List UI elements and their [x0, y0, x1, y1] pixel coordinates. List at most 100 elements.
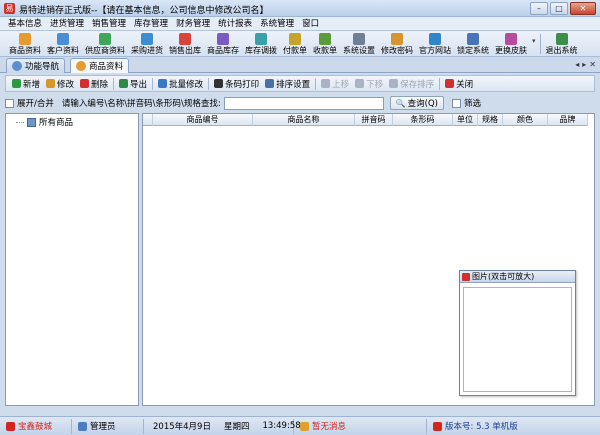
toolbar-button-skin[interactable]: 更换皮肤 [492, 31, 530, 57]
window-controls: – □ ✕ [530, 2, 596, 15]
export-button[interactable]: 导出 [116, 78, 150, 90]
category-tree: 所有商品 [5, 113, 139, 406]
column-header[interactable]: 条形码 [393, 114, 453, 126]
move-down-icon [355, 79, 365, 88]
version-icon [433, 421, 442, 431]
tab-function-nav[interactable]: 功能导航 [6, 58, 66, 73]
tab-label: 商品资料 [89, 62, 124, 72]
filter-checkbox[interactable] [452, 98, 461, 108]
close-icon [445, 79, 455, 88]
action-label: 条码打印 [225, 79, 260, 90]
toolbar-separator [539, 34, 541, 54]
status-datetime: 2015年4月9日 星期四 13:49:58 [144, 418, 301, 434]
grid-header: 商品编号 商品名称 拼音码 条形码 单位 规格 颜色 品牌 [143, 114, 588, 126]
toolbar-label: 商品库存 [207, 46, 239, 55]
status-date: 2015年4月9日 [153, 422, 211, 432]
menu-item[interactable]: 系统管理 [256, 17, 298, 30]
menu-item[interactable]: 销售管理 [88, 17, 130, 30]
tree-item-all-products[interactable]: 所有商品 [16, 116, 73, 128]
menu-item[interactable]: 统计报表 [214, 17, 256, 30]
toolbar-button-customer[interactable]: 客户资料 [44, 31, 82, 57]
edit-button[interactable]: 修改 [43, 78, 77, 90]
query-button[interactable]: 🔍 查询(Q) [389, 96, 444, 110]
batch-edit-button[interactable]: 批量修改 [155, 78, 206, 90]
toolbar-button-payment[interactable]: 付款单 [280, 31, 310, 57]
toolbar-button-receipt[interactable]: 收款单 [310, 31, 340, 57]
delete-button[interactable]: 删除 [77, 78, 111, 90]
action-separator [152, 77, 154, 90]
tab-next-icon[interactable]: ▸ [582, 60, 586, 69]
status-message-text: 暂无消息 [312, 422, 347, 432]
exit-icon [555, 33, 568, 45]
export-icon [119, 79, 129, 88]
add-button[interactable]: 新增 [9, 78, 43, 90]
move-down-button: 下移 [352, 78, 386, 90]
delete-icon [80, 79, 90, 88]
menu-item[interactable]: 窗口 [298, 17, 323, 30]
picture-area[interactable] [463, 287, 572, 392]
tab-product-info[interactable]: 商品资料 [70, 58, 130, 73]
toolbar-label: 供应商资料 [85, 46, 125, 55]
column-header[interactable]: 品牌 [548, 114, 588, 126]
toolbar-dropdown-icon[interactable]: ▾ [532, 31, 536, 56]
action-bar: 新增 修改 删除 导出 批量修改 条码打印 排序设置 上移 下移 保存排序 关闭 [5, 75, 595, 92]
window-title: 易特进销存正式版--【请在基本信息，公司信息中修改公司名】 [19, 6, 269, 16]
action-label: 批量修改 [169, 79, 204, 90]
product-tab-icon [76, 61, 86, 71]
expand-collapse-checkbox[interactable] [5, 98, 14, 108]
menu-item[interactable]: 基本信息 [4, 17, 46, 30]
column-header[interactable]: 拼音码 [355, 114, 393, 126]
nav-icon [12, 61, 22, 71]
toolbar-button-website[interactable]: 官方网站 [416, 31, 454, 57]
minimize-button[interactable]: – [530, 2, 548, 15]
toolbar-button-product[interactable]: 商品资料 [6, 31, 44, 57]
close-window-button[interactable]: ✕ [570, 2, 596, 15]
column-header[interactable]: 规格 [478, 114, 503, 126]
sort-settings-button[interactable]: 排序设置 [262, 78, 313, 90]
query-button-label: 查询(Q) [407, 99, 438, 109]
settings-icon [353, 33, 365, 45]
tab-prev-icon[interactable]: ◂ [575, 60, 579, 69]
toolbar-button-lock[interactable]: 锁定系统 [454, 31, 492, 57]
inventory-icon [217, 33, 229, 45]
action-label: 上移 [332, 79, 350, 90]
maximize-button[interactable]: □ [550, 2, 568, 15]
toolbar-button-password[interactable]: 修改密码 [378, 31, 416, 57]
search-input[interactable] [223, 96, 384, 110]
barcode-print-icon [214, 79, 224, 88]
toolbar-label: 更换皮肤 [495, 46, 527, 55]
column-header[interactable]: 单位 [453, 114, 478, 126]
title-bar: 易 易特进销存正式版--【请在基本信息，公司信息中修改公司名】 – □ ✕ [0, 0, 600, 17]
tab-close-icon[interactable]: ✕ [589, 60, 596, 69]
action-label: 保存排序 [400, 79, 435, 90]
status-version-text: 版本号: 5.3 单机版 [445, 422, 518, 432]
toolbar-label: 客户资料 [47, 46, 79, 55]
toolbar-button-inventory[interactable]: 商品库存 [204, 31, 242, 57]
column-header[interactable] [143, 114, 153, 126]
menu-item[interactable]: 财务管理 [172, 17, 214, 30]
toolbar-button-sales[interactable]: 销售出库 [166, 31, 204, 57]
close-button[interactable]: 关闭 [442, 78, 476, 90]
toolbar-button-exit[interactable]: 退出系统 [543, 31, 581, 57]
barcode-print-button[interactable]: 条码打印 [211, 78, 262, 90]
picture-window[interactable]: 图片(双击可放大) [459, 270, 576, 396]
toolbar-button-purchase[interactable]: 采购进货 [128, 31, 166, 57]
user-icon [78, 421, 87, 431]
tab-strip: 功能导航 商品资料 ◂ ▸ ✕ [0, 57, 600, 73]
picture-window-titlebar: 图片(双击可放大) [460, 271, 575, 283]
product-icon [19, 33, 31, 45]
column-header[interactable]: 颜色 [503, 114, 548, 126]
toolbar-button-transfer[interactable]: 库存调拨 [242, 31, 280, 57]
menu-item[interactable]: 进货管理 [46, 17, 88, 30]
toolbar-button-settings[interactable]: 系统设置 [340, 31, 378, 57]
search-icon: 🔍 [395, 98, 406, 108]
action-label: 关闭 [456, 79, 474, 90]
column-header[interactable]: 商品编号 [153, 114, 253, 126]
toolbar-button-supplier[interactable]: 供应商资料 [82, 31, 128, 57]
receipt-icon [319, 33, 331, 45]
tab-controls: ◂ ▸ ✕ [575, 60, 596, 69]
menu-item[interactable]: 库存管理 [130, 17, 172, 30]
website-icon [429, 33, 441, 45]
column-header[interactable]: 商品名称 [253, 114, 355, 126]
action-label: 导出 [130, 79, 148, 90]
